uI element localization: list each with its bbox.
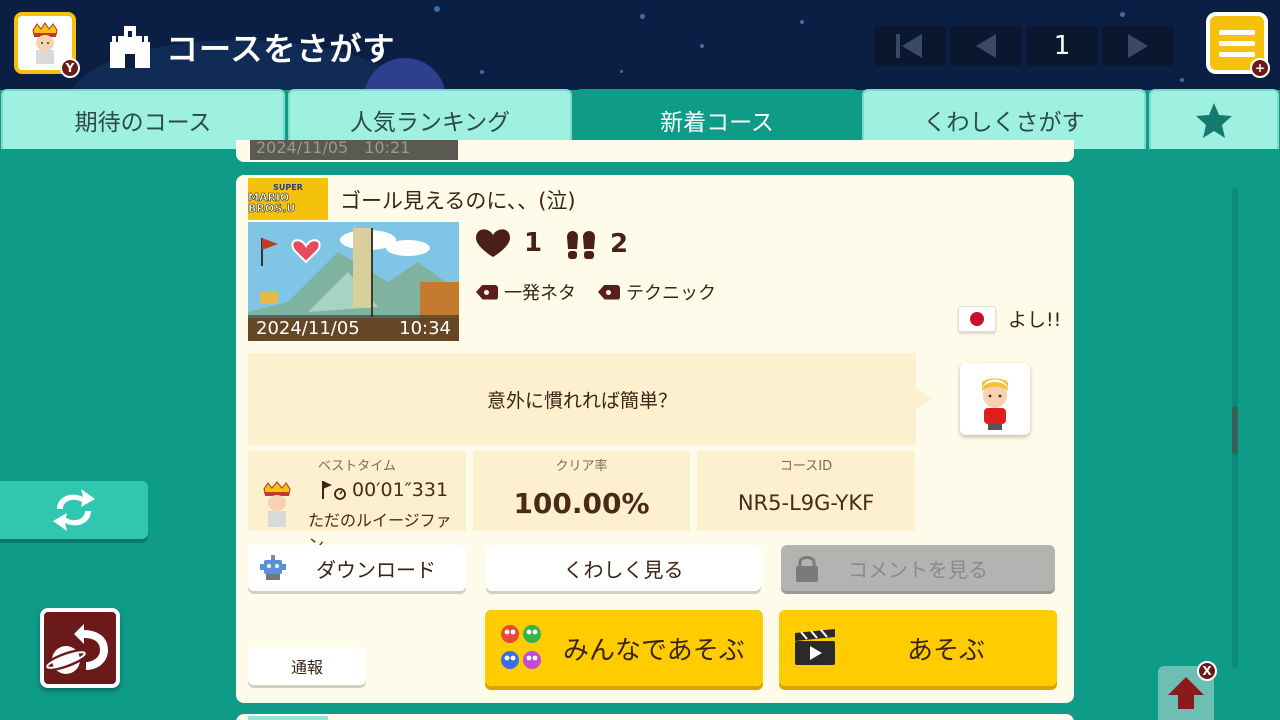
course-tag-label: テクニック <box>626 283 716 304</box>
header-bar: Y コースをさがす 1 <box>0 0 1280 90</box>
avatar <box>32 22 58 64</box>
next-page-button[interactable] <box>1102 26 1174 66</box>
report-button-label: 通報 <box>290 658 323 677</box>
first-page-button[interactable] <box>874 26 946 66</box>
course-id-box: コースID NR5-L9G-YKF <box>697 451 915 531</box>
previous-course-card[interactable]: 2024/11/05 10:21 <box>236 140 1074 162</box>
play-button-label: あそぶ <box>907 635 986 666</box>
heart-icon <box>476 229 510 257</box>
clapperboard-icon <box>795 629 835 665</box>
pagination: 1 <box>874 26 1174 66</box>
course-tag: テクニック <box>598 279 716 305</box>
menu-line <box>1219 29 1255 35</box>
star-decoration <box>1180 78 1184 82</box>
view-details-button-label: くわしく見る <box>563 557 684 582</box>
plays-count: 2 <box>610 229 629 259</box>
star-decoration <box>800 20 804 24</box>
arrow-up-icon <box>1168 677 1204 709</box>
chevron-left-icon <box>976 34 996 58</box>
best-time-value: 00′01″331 <box>352 479 449 501</box>
course-description: 意外に慣れれば簡単？ <box>248 353 932 445</box>
course-upload-date: 2024/11/05 <box>256 317 360 339</box>
castle-icon <box>110 26 150 68</box>
creator-mii-button[interactable] <box>960 363 1030 435</box>
refresh-icon <box>53 489 95 531</box>
star-decoration <box>620 70 623 73</box>
course-creator[interactable]: よし!! <box>958 305 1061 332</box>
back-button[interactable] <box>40 608 120 688</box>
game-style-logo: SUPER MARIO BROS.U <box>248 178 328 220</box>
play-button[interactable]: あそぶ <box>779 610 1057 686</box>
course-upload-datetime: 2024/11/05 10:34 <box>248 315 459 341</box>
course-card: SUPER MARIO BROS.U ゴール見えるのに、、(泣) 2024/11… <box>236 175 1074 703</box>
course-upload-time: 10:34 <box>399 317 451 339</box>
japan-flag-icon <box>958 305 996 332</box>
back-planet-icon <box>43 624 108 674</box>
multiplayer-friends-icon <box>501 625 541 669</box>
star-decoration <box>640 14 645 19</box>
course-title: ゴール見えるのに、、(泣) <box>340 189 576 213</box>
plays-stat: 2 <box>564 227 628 261</box>
view-details-button[interactable]: くわしく見る <box>486 545 761 591</box>
flag-timer-icon <box>322 481 346 500</box>
lock-icon <box>796 556 818 582</box>
creator-name: よし!! <box>1008 309 1062 331</box>
course-id-value: NR5-L9G-YKF <box>737 491 875 515</box>
tag-icon <box>476 284 498 300</box>
game-style-line2: MARIO BROS.U <box>248 191 296 215</box>
course-tag-label: 一発ネタ <box>504 283 576 304</box>
menu-line <box>1219 51 1255 57</box>
clear-rate-box: クリア率 100.00% <box>473 451 690 531</box>
report-button[interactable]: 通報 <box>248 647 366 685</box>
course-description-text: 意外に慣れれば簡単？ <box>486 389 677 412</box>
previous-page-button[interactable] <box>950 26 1022 66</box>
next-course-card[interactable] <box>236 714 1074 720</box>
page-title: コースをさがす <box>166 30 396 68</box>
likes-count: 1 <box>524 228 543 258</box>
star-decoration <box>480 70 484 74</box>
scrollbar-thumb[interactable] <box>1232 406 1238 454</box>
best-time-value-row: 00′01″331 <box>320 479 448 501</box>
page-number: 1 <box>1026 26 1098 66</box>
likes-stat: 1 <box>474 227 542 259</box>
star-decoration <box>434 6 440 12</box>
view-comments-button-label: コメントを見る <box>848 557 988 582</box>
star-decoration <box>1120 12 1125 17</box>
chevron-right-icon <box>1128 34 1148 58</box>
creator-avatar <box>981 378 1009 430</box>
star-icon <box>1196 103 1232 138</box>
clear-rate-value: 100.00% <box>513 487 650 520</box>
next-card-strip <box>248 716 328 720</box>
course-thumbnail[interactable]: 2024/11/05 10:34 <box>248 222 459 341</box>
menu-line <box>1219 40 1255 46</box>
course-tag: 一発ネタ <box>476 279 576 305</box>
robot-download-icon <box>260 555 286 580</box>
star-decoration <box>700 44 704 48</box>
tab-favorites[interactable] <box>1149 89 1279 149</box>
best-time-player-avatar <box>263 481 291 527</box>
best-time-label: ベストタイム <box>317 459 396 474</box>
user-avatar-button[interactable]: Y <box>14 12 80 78</box>
download-button-label: ダウンロード <box>316 557 436 582</box>
course-id-label: コースID <box>779 459 833 474</box>
tag-icon <box>598 284 620 300</box>
avatar-y-badge: Y <box>60 58 80 78</box>
multiplayer-button[interactable]: みんなであそぶ <box>485 610 763 686</box>
best-time-box: ベストタイム 00′01″331 ただのルイージファン <box>248 451 466 554</box>
skip-first-icon <box>896 34 922 58</box>
menu-plus-badge: + <box>1250 58 1270 78</box>
previous-course-date: 2024/11/05 10:21 <box>250 140 458 160</box>
view-comments-button[interactable]: コメントを見る <box>781 545 1055 591</box>
top-button-x-badge: X <box>1197 661 1217 681</box>
refresh-button[interactable] <box>0 481 148 539</box>
clear-rate-label: クリア率 <box>555 459 608 474</box>
download-button[interactable]: ダウンロード <box>248 545 466 591</box>
multiplayer-button-label: みんなであそぶ <box>563 635 745 666</box>
footprints-icon <box>567 231 595 259</box>
